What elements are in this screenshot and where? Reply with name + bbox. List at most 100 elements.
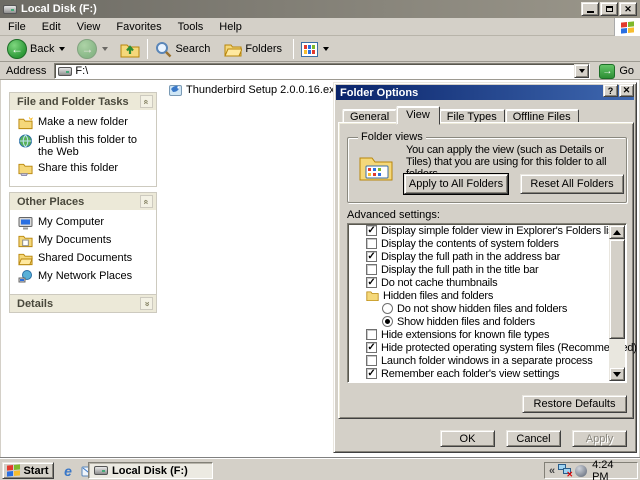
start-label: Start xyxy=(23,464,49,477)
start-button[interactable]: Start xyxy=(2,462,54,479)
explorer-titlebar[interactable]: Local Disk (F:) xyxy=(0,0,640,18)
folder-views-icon xyxy=(359,157,393,181)
forward-icon: → xyxy=(77,39,98,59)
taskbar-task-local-disk[interactable]: Local Disk (F:) xyxy=(88,462,213,479)
setting-row[interactable]: Do not show hidden files and folders xyxy=(348,302,626,315)
help-button[interactable]: ? xyxy=(603,84,618,97)
apply-to-all-folders-button[interactable]: Apply to All Folders xyxy=(403,173,509,195)
address-input[interactable]: F:\ xyxy=(54,63,591,79)
folder-views-group: Folder views You can apply the view (suc… xyxy=(347,131,627,203)
scroll-up-button[interactable] xyxy=(609,225,625,239)
window-title: Local Disk (F:) xyxy=(21,3,97,15)
setting-row[interactable]: Hide extensions for known file types xyxy=(348,328,626,341)
search-button[interactable]: Search xyxy=(152,40,213,59)
setting-label: Display the contents of system folders xyxy=(381,237,559,250)
reset-all-folders-button[interactable]: Reset All Folders xyxy=(520,174,624,194)
folders-button[interactable]: Folders xyxy=(221,41,285,58)
setting-row[interactable]: Hide protected operating system files (R… xyxy=(348,341,637,354)
setting-label: Hidden files and folders xyxy=(383,289,494,302)
restore-button[interactable] xyxy=(600,2,618,16)
sidebar-item-share-folder[interactable]: Share this folder xyxy=(18,162,152,176)
menu-favorites[interactable]: Favorites xyxy=(108,19,169,35)
folder-options-dialog: Folder Options ? ✕ General View File Typ… xyxy=(333,82,637,453)
views-dropdown-icon[interactable] xyxy=(323,47,330,51)
setting-row[interactable]: Launch folder windows in a separate proc… xyxy=(348,354,626,367)
back-icon: ← xyxy=(7,39,27,59)
tray-chevron-icon[interactable]: « xyxy=(549,465,555,477)
dialog-titlebar[interactable]: Folder Options xyxy=(336,85,634,100)
expand-chevron-icon[interactable]: « xyxy=(140,297,153,310)
toolbar-separator xyxy=(147,39,149,59)
sidebar-item-my-computer[interactable]: My Computer xyxy=(18,216,152,230)
restore-icon xyxy=(605,6,613,12)
scrollbar[interactable] xyxy=(609,225,625,381)
checkbox-icon[interactable] xyxy=(366,225,377,236)
network-disconnected-icon[interactable]: ✕ xyxy=(558,464,573,479)
tray-icon[interactable] xyxy=(575,464,588,477)
setting-row[interactable]: Show hidden files and folders xyxy=(348,315,626,328)
checkbox-icon[interactable] xyxy=(366,368,377,379)
close-button[interactable]: ✕ xyxy=(619,2,637,16)
setting-row[interactable]: Remember each folder's view settings xyxy=(348,367,626,380)
back-dropdown-icon[interactable] xyxy=(59,47,66,51)
clock: 4:24 PM xyxy=(592,458,614,480)
radio-icon[interactable] xyxy=(382,316,393,327)
setting-row[interactable]: Display the full path in the title bar xyxy=(348,263,626,276)
sidebar-item-my-documents[interactable]: My Documents xyxy=(18,234,152,248)
disk-icon xyxy=(58,66,73,76)
sidebar-item-make-new-folder[interactable]: Make a new folder xyxy=(18,116,152,130)
setting-row[interactable]: Do not cache thumbnails xyxy=(348,276,626,289)
minimize-button[interactable] xyxy=(581,2,599,16)
menu-help[interactable]: Help xyxy=(211,19,250,35)
up-folder-icon xyxy=(120,44,140,57)
pane-header[interactable]: File and Folder Tasks « xyxy=(10,93,156,110)
checkbox-icon[interactable] xyxy=(366,329,377,340)
setting-row[interactable]: Display simple folder view in Explorer's… xyxy=(348,224,626,237)
views-button[interactable] xyxy=(298,41,332,58)
menu-view[interactable]: View xyxy=(69,19,109,35)
cancel-button[interactable]: Cancel xyxy=(506,430,561,447)
start-flag-icon xyxy=(7,464,21,477)
setting-row[interactable]: Display the full path in the address bar xyxy=(348,250,626,263)
back-button[interactable]: ← Back xyxy=(4,38,68,60)
address-label: Address xyxy=(6,65,47,77)
view-tab-page: Folder views You can apply the view (suc… xyxy=(338,122,637,419)
up-button[interactable] xyxy=(117,40,143,59)
menu-edit[interactable]: Edit xyxy=(34,19,69,35)
checkbox-icon[interactable] xyxy=(366,238,377,249)
scrollbar-thumb[interactable] xyxy=(609,239,625,339)
setting-row[interactable]: Hidden files and folders xyxy=(348,289,626,302)
checkbox-icon[interactable] xyxy=(366,251,377,262)
scroll-down-button[interactable] xyxy=(609,367,625,381)
go-icon[interactable]: → xyxy=(599,63,616,79)
menu-file[interactable]: File xyxy=(0,19,34,35)
sidebar-item-publish-folder[interactable]: Publish this folder to the Web xyxy=(18,134,152,158)
setting-label: Hide protected operating system files (R… xyxy=(381,341,637,354)
pane-header[interactable]: Other Places « xyxy=(10,193,156,210)
sidebar-item-shared-documents[interactable]: Shared Documents xyxy=(18,252,152,266)
restore-defaults-button[interactable]: Restore Defaults xyxy=(522,395,627,413)
apply-button[interactable]: Apply xyxy=(572,430,627,447)
checkbox-icon[interactable] xyxy=(366,342,377,353)
forward-dropdown-icon xyxy=(102,47,109,51)
pane-details: Details « xyxy=(9,294,157,313)
checkbox-icon[interactable] xyxy=(366,264,377,275)
checkbox-icon[interactable] xyxy=(366,355,377,366)
dialog-close-button[interactable]: ✕ xyxy=(619,84,634,97)
go-label[interactable]: Go xyxy=(619,65,634,77)
sidebar-item-my-network-places[interactable]: My Network Places xyxy=(18,270,152,284)
tab-view[interactable]: View xyxy=(396,106,440,125)
menu-tools[interactable]: Tools xyxy=(170,19,212,35)
checkbox-icon[interactable] xyxy=(366,277,377,288)
pane-header[interactable]: Details « xyxy=(10,295,156,312)
forward-button[interactable]: → xyxy=(74,38,111,60)
file-item[interactable]: Thunderbird Setup 2.0.0.16.exe xyxy=(169,83,341,96)
address-dropdown-button[interactable] xyxy=(574,64,590,78)
ok-button[interactable]: OK xyxy=(440,430,495,447)
sidebar-item-label: My Network Places xyxy=(38,270,133,282)
collapse-chevron-icon[interactable]: « xyxy=(140,195,153,208)
setting-row[interactable]: Display the contents of system folders xyxy=(348,237,626,250)
internet-explorer-icon[interactable]: e xyxy=(60,463,76,479)
radio-icon[interactable] xyxy=(382,303,393,314)
collapse-chevron-icon[interactable]: « xyxy=(140,95,153,108)
